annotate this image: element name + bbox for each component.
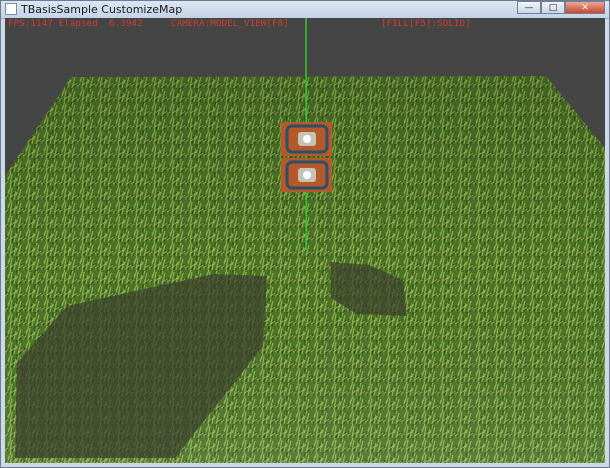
character-sprite-lower <box>281 158 332 192</box>
scene-canvas <box>5 18 605 463</box>
hud-camera: CAMERA:MODEL_VIEW[F8] <box>171 19 289 29</box>
title-bar[interactable]: TBasisSample CustomizeMap — □ ✕ <box>1 1 609 19</box>
maximize-button[interactable]: □ <box>541 1 565 14</box>
window-title: TBasisSample CustomizeMap <box>21 3 183 16</box>
window-controls: — □ ✕ <box>517 1 605 14</box>
hud-fps: FPS:1147 Elapsed 6.3942 <box>8 19 143 29</box>
character-sprite-upper <box>281 122 332 156</box>
hud-fill-mode: [FILL[F5]:SOLID] <box>381 19 471 29</box>
close-button[interactable]: ✕ <box>565 1 605 14</box>
render-viewport[interactable]: FPS:1147 Elapsed 6.3942 CAMERA:MODEL_VIE… <box>5 18 605 463</box>
minimize-button[interactable]: — <box>517 1 541 14</box>
app-icon <box>5 3 17 15</box>
app-window: TBasisSample CustomizeMap — □ ✕ FPS:1147… <box>0 0 610 468</box>
